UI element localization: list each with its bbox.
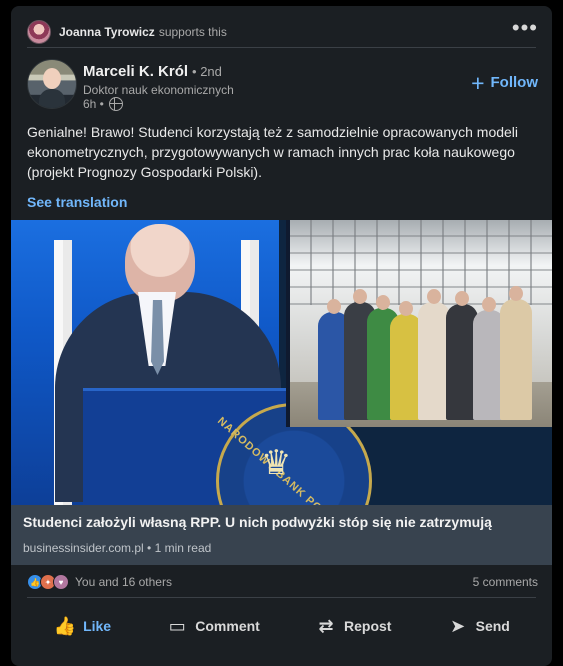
article-title[interactable]: Studenci założyli własną RPP. U nich pod… [23, 514, 492, 530]
action-divider [27, 597, 536, 598]
comment-icon: ▭ [168, 615, 186, 636]
student-figure [500, 286, 532, 420]
more-icon[interactable]: ••• [512, 17, 538, 39]
feed-post-card: Joanna Tyrowicz supports this ••• Marcel… [11, 6, 552, 666]
support-reaction-icon: ♥ [53, 574, 69, 590]
send-icon: ➤ [450, 615, 466, 636]
author-headline: Doktor nauk ekonomicznych [83, 83, 234, 97]
connection-degree: • 2nd [192, 64, 222, 79]
comment-label: Comment [195, 618, 260, 634]
post-time: 6h • [83, 97, 104, 111]
supporter-name[interactable]: Joanna Tyrowicz [59, 25, 155, 39]
eagle-icon: ♛ [261, 444, 292, 482]
author-name[interactable]: Marceli K. Król [83, 63, 188, 80]
top-divider [27, 47, 536, 48]
student-group [310, 275, 550, 420]
article-image[interactable]: NARODOWY BANK POLSKI ♛ [11, 220, 552, 505]
globe-icon [108, 97, 123, 111]
speaker-head [125, 224, 195, 302]
comments-count[interactable]: 5 comments [473, 575, 538, 589]
reaction-icons[interactable]: 👍 ✦ ♥ [27, 574, 69, 590]
like-label: Like [83, 618, 112, 634]
author-avatar[interactable] [27, 59, 77, 109]
plus-icon: + [471, 69, 485, 96]
post-meta: 6h • [83, 97, 123, 111]
supporter-avatar[interactable] [27, 20, 51, 44]
engagement-row: 👍 ✦ ♥ You and 16 others 5 comments [27, 573, 538, 591]
students-photo [286, 220, 552, 427]
article-source: businessinsider.com.pl • 1 min read [23, 541, 212, 555]
repost-icon: ⇄ [318, 615, 334, 636]
speaker-tie [151, 300, 164, 375]
post-text: Genialne! Brawo! Studenci korzystają też… [27, 124, 519, 180]
follow-label: Follow [490, 74, 539, 91]
comment-button[interactable]: ▭ Comment [167, 616, 260, 636]
author-row: Marceli K. Król • 2nd Doktor nauk ekonomi… [27, 59, 538, 117]
follow-button[interactable]: + Follow [471, 69, 539, 96]
see-translation-link[interactable]: See translation [27, 194, 127, 210]
article-link-card[interactable]: Studenci założyli własną RPP. U nich pod… [11, 505, 552, 565]
like-button[interactable]: 👍 Like [53, 615, 112, 636]
author-name-line[interactable]: Marceli K. Król • 2nd [83, 63, 222, 80]
repost-label: Repost [344, 618, 392, 634]
repost-button[interactable]: ⇄ Repost [316, 616, 391, 636]
send-label: Send [475, 618, 510, 634]
social-context: Joanna Tyrowicz supports this ••• [27, 16, 538, 48]
reaction-summary[interactable]: You and 16 others [75, 575, 172, 589]
thumbs-up-icon: 👍 [53, 615, 77, 636]
post-actions: 👍 Like ▭ Comment ⇄ Repost ➤ Send [27, 609, 538, 643]
support-text: supports this [158, 25, 227, 39]
send-button[interactable]: ➤ Send [448, 616, 510, 636]
